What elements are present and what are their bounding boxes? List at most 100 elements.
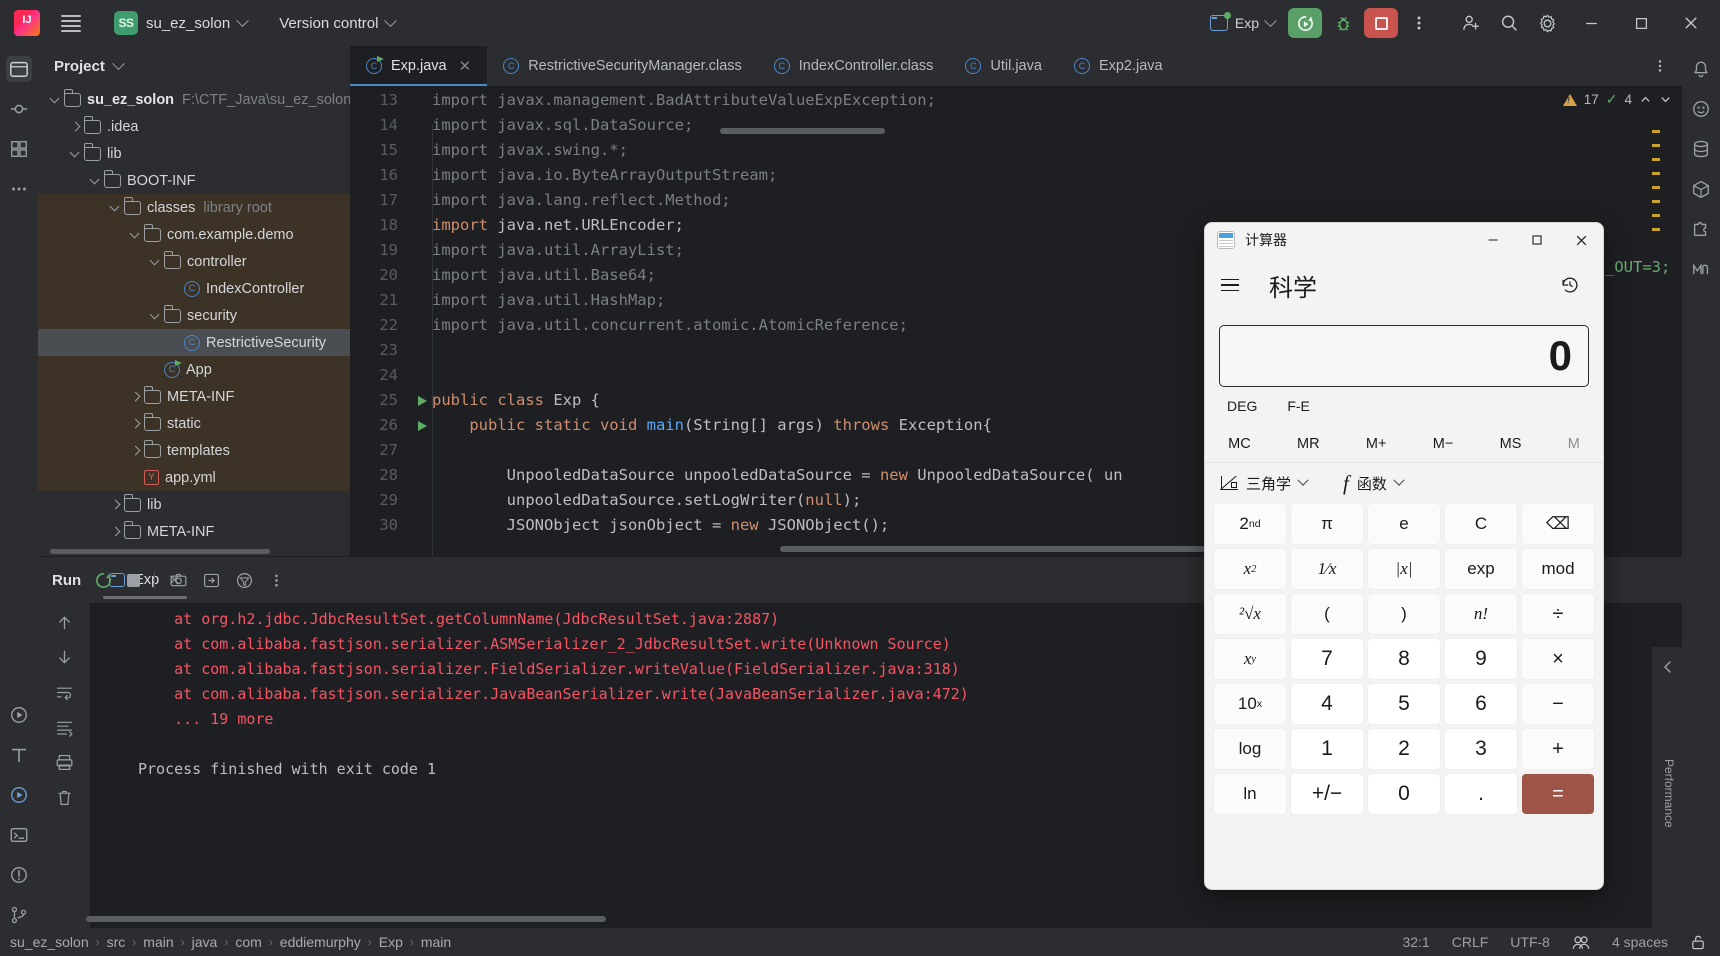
scroll-to-end-icon[interactable]	[55, 718, 74, 737]
calculator-display[interactable]: 0	[1219, 325, 1589, 387]
calc-key-x2[interactable]: x2	[1213, 548, 1287, 590]
breadcrumb-item[interactable]: main	[421, 934, 451, 950]
chevron-down-icon[interactable]	[128, 227, 144, 243]
sidebar-item-structure[interactable]	[6, 136, 32, 162]
calc-key-4[interactable]: 4	[1290, 683, 1364, 725]
breadcrumb-item[interactable]: eddiemurphy	[280, 934, 361, 950]
editor-tab-indexcontroller-class[interactable]: C IndexController.class	[758, 46, 950, 86]
calc-key-6[interactable]: 6	[1444, 683, 1518, 725]
calc-key-[interactable]: =	[1521, 773, 1595, 815]
version-control-menu[interactable]: Version control	[279, 13, 398, 32]
tree-node-com-example-demo[interactable]: com.example.demo	[38, 221, 350, 248]
calc-key-7[interactable]: 7	[1290, 638, 1364, 680]
sidebar-item-typescript[interactable]	[6, 742, 32, 768]
tree-node-app-yml[interactable]: Yapp.yml	[38, 464, 350, 491]
calc-key-5[interactable]: 5	[1367, 683, 1441, 725]
calc-key-log[interactable]: log	[1213, 728, 1287, 770]
tree-node-lib[interactable]: lib	[38, 491, 350, 518]
editor-tab-exp-java[interactable]: C Exp.java ✕	[350, 46, 488, 86]
chevron-right-icon[interactable]	[108, 497, 124, 513]
chevron-down-icon[interactable]	[148, 308, 164, 324]
project-panel-header[interactable]: Project	[38, 46, 350, 86]
collapse-left-icon[interactable]	[1660, 659, 1676, 675]
chevron-down-icon[interactable]	[148, 254, 164, 270]
settings-button[interactable]	[1530, 8, 1564, 38]
calc-key-3[interactable]: 3	[1444, 728, 1518, 770]
print-icon[interactable]	[55, 753, 74, 772]
calc-key-backspace-icon[interactable]: ⌫	[1521, 503, 1595, 545]
rerun-icon[interactable]	[94, 571, 113, 590]
tree-node-security[interactable]: security	[38, 302, 350, 329]
sidebar-item-plugins[interactable]	[1688, 216, 1714, 242]
calc-key-xy[interactable]: xy	[1213, 638, 1287, 680]
breadcrumb-item[interactable]: su_ez_solon	[10, 934, 89, 950]
calc-key-[interactable]: )	[1367, 593, 1441, 635]
memory-button-m+[interactable]: M+	[1366, 436, 1387, 452]
chevron-right-icon[interactable]	[128, 416, 144, 432]
run-gutter-icon[interactable]	[412, 420, 432, 431]
breadcrumb-item[interactable]: main	[143, 934, 173, 950]
search-everywhere-button[interactable]	[1492, 8, 1526, 38]
calc-key-[interactable]: +/−	[1290, 773, 1364, 815]
calc-key-exp[interactable]: exp	[1444, 548, 1518, 590]
sidebar-item-project[interactable]	[6, 56, 32, 82]
memory-button-ms[interactable]: MS	[1500, 436, 1522, 452]
arrow-up-icon[interactable]	[55, 613, 74, 632]
memory-button-m[interactable]: M−	[1433, 436, 1454, 452]
performance-label[interactable]: Performance	[1656, 703, 1682, 883]
calc-key-e[interactable]: e	[1367, 503, 1441, 545]
memory-button-mr[interactable]: MR	[1297, 436, 1320, 452]
sidebar-item-math[interactable]	[1688, 256, 1714, 282]
tree-node-boot-inf[interactable]: BOOT-INF	[38, 167, 350, 194]
chevron-down-icon[interactable]	[48, 92, 64, 108]
calculator-maximize-button[interactable]	[1515, 223, 1559, 257]
run-configuration-selector[interactable]: Exp	[1201, 11, 1284, 35]
calculator-close-button[interactable]	[1559, 223, 1603, 257]
calc-key-[interactable]: +	[1521, 728, 1595, 770]
tree-node-restrictivesecurity[interactable]: C RestrictiveSecurity	[38, 329, 350, 356]
window-maximize-button[interactable]	[1618, 0, 1664, 46]
window-minimize-button[interactable]	[1568, 0, 1614, 46]
trigonometry-dropdown[interactable]: 三角学	[1221, 473, 1309, 494]
calc-key-[interactable]: .	[1444, 773, 1518, 815]
sidebar-item-database[interactable]	[1688, 136, 1714, 162]
code-with-me-icon[interactable]	[1572, 935, 1590, 950]
breadcrumb-item[interactable]: src	[107, 934, 126, 950]
chevron-right-icon[interactable]	[68, 119, 84, 135]
calc-key-1-x[interactable]: 1⁄x	[1290, 548, 1364, 590]
debug-button[interactable]	[1326, 8, 1360, 38]
soft-wrap-icon[interactable]	[55, 683, 74, 702]
calculator-menu-icon[interactable]	[1221, 270, 1251, 300]
calculator-minimize-button[interactable]	[1471, 223, 1515, 257]
sidebar-item-more[interactable]	[6, 176, 32, 202]
chevron-down-icon[interactable]	[108, 200, 124, 216]
breadcrumb-item[interactable]: com	[235, 934, 261, 950]
sidebar-item-commit[interactable]	[6, 96, 32, 122]
calc-key-[interactable]: (	[1290, 593, 1364, 635]
chevron-down-icon[interactable]	[88, 173, 104, 189]
tree-node-indexcontroller[interactable]: C IndexController	[38, 275, 350, 302]
calc-key-x[interactable]: ²√x	[1213, 593, 1287, 635]
editor-tab-exp2-java[interactable]: C Exp2.java	[1058, 46, 1179, 86]
calc-key-n[interactable]: n!	[1444, 593, 1518, 635]
calc-key-1[interactable]: 1	[1290, 728, 1364, 770]
editor-tab-restrictivesecuritymanager-class[interactable]: C RestrictiveSecurityManager.class	[487, 46, 758, 86]
main-menu-icon[interactable]	[54, 0, 88, 46]
calc-key-2nd[interactable]: 2nd	[1213, 503, 1287, 545]
arrow-down-icon[interactable]	[55, 648, 74, 667]
calc-key-mod[interactable]: mod	[1521, 548, 1595, 590]
project-selector[interactable]: SS su_ez_solon	[106, 9, 255, 37]
stop-icon[interactable]	[127, 573, 140, 587]
memory-button-mc[interactable]: MC	[1228, 436, 1251, 452]
trash-icon[interactable]	[55, 788, 74, 807]
more-actions-button[interactable]	[1402, 8, 1436, 38]
run-button[interactable]	[1288, 8, 1322, 38]
calc-key-x[interactable]: |x|	[1367, 548, 1441, 590]
sidebar-item-problems[interactable]	[6, 862, 32, 888]
sidebar-item-terminal[interactable]	[6, 822, 32, 848]
more-vertical-icon[interactable]	[268, 572, 285, 589]
camera-icon[interactable]	[169, 571, 188, 590]
chevron-right-icon[interactable]	[128, 389, 144, 405]
sidebar-item-notifications[interactable]	[1688, 56, 1714, 82]
chevron-right-icon[interactable]	[128, 443, 144, 459]
